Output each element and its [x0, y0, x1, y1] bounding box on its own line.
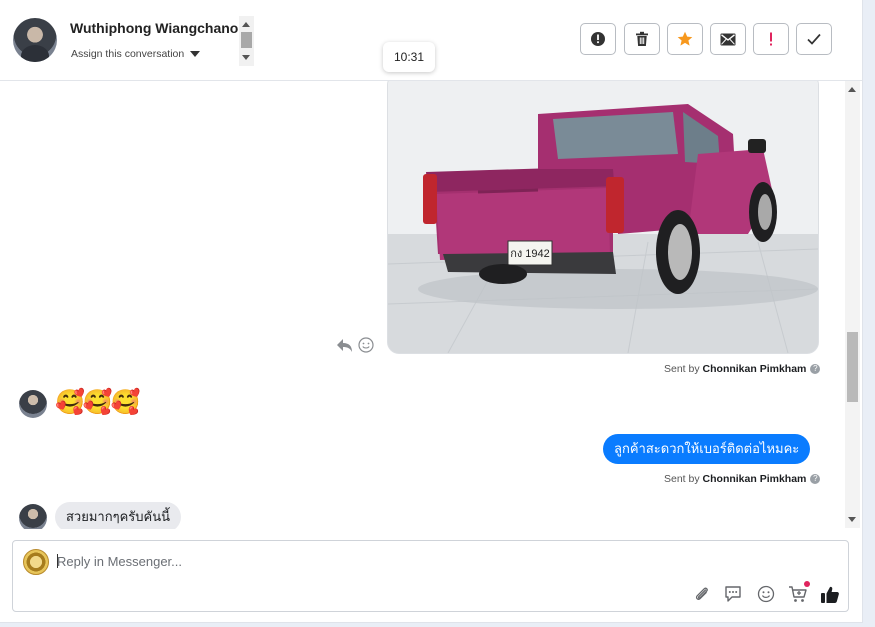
sent-by-prefix: Sent by	[664, 473, 700, 485]
star-icon	[677, 31, 693, 46]
sender-name: Chonnikan Pimkham	[702, 363, 807, 375]
thread-scrollbar[interactable]	[845, 81, 860, 528]
text-cursor	[57, 554, 58, 568]
outgoing-message[interactable]: ลูกค้าสะดวกให้เบอร์ติดต่อไหมคะ	[603, 434, 811, 464]
scroll-down-icon[interactable]	[848, 517, 856, 522]
mark-unread-button[interactable]	[710, 23, 746, 55]
reply-icon[interactable]	[336, 337, 354, 353]
sender-name: Chonnikan Pimkham	[702, 473, 807, 485]
star-button[interactable]	[667, 23, 703, 55]
attach-button[interactable]	[691, 583, 713, 605]
help-icon[interactable]: ?	[810, 364, 821, 375]
conversation-panel: Wuthiphong Wiangchanok Assign this conve…	[0, 0, 863, 623]
react-emoji-icon[interactable]	[358, 337, 374, 353]
message-thread[interactable]: กง 1942 Sent by Chonnikan Pimkham? 🥰🥰🥰 ล…	[0, 81, 862, 529]
assign-conversation-dropdown[interactable]: Assign this conversation	[71, 48, 201, 60]
incoming-message[interactable]: สวยมากๆครับคันนี้	[55, 502, 181, 529]
timestamp-tooltip: 10:31	[383, 42, 435, 72]
saved-replies-button[interactable]	[722, 583, 744, 605]
emoji-button[interactable]	[755, 583, 777, 605]
chat-bubble-icon	[725, 586, 741, 602]
header-scrollbar[interactable]	[239, 16, 254, 66]
spam-button[interactable]	[580, 23, 616, 55]
contact-avatar-small[interactable]	[19, 390, 47, 418]
conversation-header: Wuthiphong Wiangchanok Assign this conve…	[0, 0, 862, 81]
alert-circle-icon	[591, 32, 605, 46]
emoji-message: 🥰🥰🥰	[55, 389, 141, 416]
scroll-up-icon[interactable]	[848, 87, 856, 92]
notification-dot	[804, 581, 810, 587]
contact-avatar[interactable]	[13, 18, 57, 62]
envelope-icon	[720, 33, 736, 45]
check-icon	[807, 33, 821, 45]
scroll-up-icon[interactable]	[242, 22, 250, 27]
scroll-thumb[interactable]	[847, 332, 858, 402]
paperclip-icon	[695, 587, 708, 600]
follow-up-button[interactable]	[753, 23, 789, 55]
page-logo-avatar	[23, 549, 49, 575]
sent-by-label: Sent by Chonnikan Pimkham?	[664, 363, 821, 375]
like-button[interactable]	[819, 583, 841, 605]
help-icon[interactable]: ?	[810, 474, 821, 485]
reply-composer	[12, 540, 849, 612]
mark-done-button[interactable]	[796, 23, 832, 55]
contact-avatar-small[interactable]	[19, 504, 47, 529]
delete-button[interactable]	[624, 23, 660, 55]
cart-plus-icon	[789, 586, 807, 602]
caret-down-icon	[190, 51, 201, 58]
message-image[interactable]: กง 1942	[387, 81, 819, 354]
sent-by-label: Sent by Chonnikan Pimkham?	[664, 473, 821, 485]
smiley-icon	[757, 585, 775, 603]
exclamation-icon	[770, 32, 772, 46]
assign-label: Assign this conversation	[71, 48, 185, 60]
sent-by-prefix: Sent by	[664, 363, 700, 375]
scroll-thumb[interactable]	[241, 32, 252, 48]
shop-button[interactable]	[787, 581, 810, 605]
pickup-truck-photo: กง 1942	[388, 81, 818, 353]
reply-input[interactable]	[57, 551, 757, 571]
trash-icon	[636, 31, 648, 46]
contact-name[interactable]: Wuthiphong Wiangchanok	[70, 20, 238, 36]
license-plate-text: กง 1942	[510, 248, 550, 260]
scroll-down-icon[interactable]	[242, 55, 250, 60]
thumbs-up-icon	[821, 586, 839, 603]
